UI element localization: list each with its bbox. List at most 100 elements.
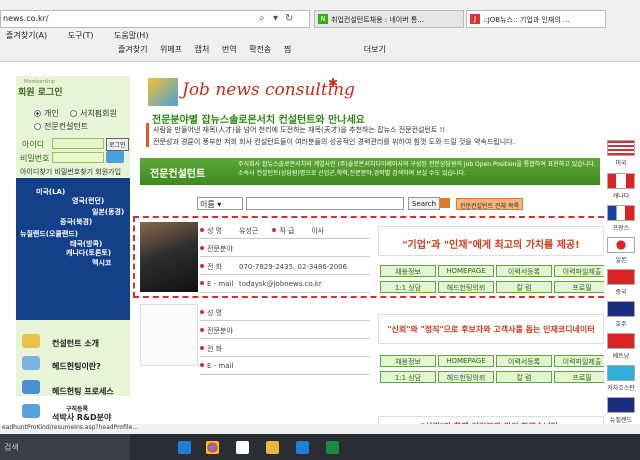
city-uk[interactable]: 영국(런던) [72,196,104,206]
city-japan[interactable]: 일본(동경) [92,207,124,217]
desc-line-1: 사람을 만들어낸 재목(人才)을 넘어 천리에 도전하는 재목(天才)을 추천하… [153,126,446,134]
resume-register-button[interactable]: 이력서등록 [496,355,552,367]
search-type-select[interactable]: 이름 ▾ [197,197,243,210]
newzealand-flag-icon[interactable] [607,397,635,413]
australia-flag-icon[interactable] [607,301,635,317]
chrome-icon[interactable] [206,441,219,454]
resume-file-button[interactable]: 이력파일제출 [554,355,610,367]
fav-more[interactable]: 더보기 [364,45,386,54]
security-icon [106,151,124,163]
jobnews-tab-icon: J [470,14,480,24]
refresh-icon[interactable]: ↻ [285,13,293,24]
id-label: 아이디 [22,140,45,149]
profile-row-name: 성 명 유성근 직 급 이사 [200,222,370,239]
menu-headhunting[interactable]: 헤드헌팅이란? [52,361,101,372]
search-input[interactable] [246,197,404,210]
menu-process[interactable]: 헤드헌팅 프로세스 [52,386,114,397]
fav-wemakeprice[interactable]: 위메프 [160,45,182,54]
tab-naver[interactable]: N 취업컨설턴트채용 : 네이버 통... [314,10,464,28]
flag-label: 뉴질랜드 [609,417,633,424]
flag-label: 미국 [615,160,627,167]
column-button[interactable]: 칼 럼 [496,281,552,293]
fav-send[interactable]: 확전송 [249,45,271,54]
tab-label: ::JOB뉴스:: 기업과 인재의 ... [483,16,570,24]
japan-flag-icon[interactable] [607,237,635,253]
rnd-label[interactable]: 석박사 R&D분야 [52,412,111,423]
list-icon [440,198,450,208]
headhunting-icon [22,356,40,370]
consultant-banner-title: 전문컨설턴트 [150,169,206,180]
headhunt-request-button[interactable]: 헤드헌팅의뢰 [438,281,494,293]
radio-searchfirm[interactable]: 서치펌회원 [70,108,117,119]
job-info-button[interactable]: 채용정보 [380,265,436,277]
status-bar: eadhuntProKind/resumeIns.asp?headProfile… [0,424,640,434]
city-nz[interactable]: 뉴질랜드(오클랜드) [20,229,78,239]
canada-flag-icon[interactable] [607,173,635,189]
homepage-button[interactable]: HOMEPAGE [438,265,494,277]
city-usa[interactable]: 미국(LA) [36,187,65,197]
login-title: 회원 로그인 [18,88,63,98]
profile-row-email-2: E - mail [200,358,370,375]
folder-icon[interactable] [266,441,279,454]
store-icon[interactable] [236,441,249,454]
fav-wish[interactable]: 찜 [284,45,291,54]
consultant-intro-icon [22,334,40,348]
profile-button[interactable]: 프로필 [554,281,610,293]
profile-row-phone-2: 전 화 [200,340,370,357]
job-info-button[interactable]: 채용정보 [380,355,436,367]
consult-button[interactable]: 1:1 상담 [380,281,436,293]
search-button[interactable]: Search [408,197,441,210]
consult-button[interactable]: 1:1 상담 [380,371,436,383]
menu-bar: 즐겨찾기(A) 도구(T) 도움말(H) [0,30,640,43]
resume-file-button[interactable]: 이력파일제출 [554,265,610,277]
flag-label: 베트남 [612,353,630,360]
edge-icon[interactable] [178,441,191,454]
fav-favorites[interactable]: 즐겨찾기 [118,45,147,54]
homepage-button[interactable]: HOMEPAGE [438,355,494,367]
fav-translate[interactable]: 번역 [222,45,237,54]
page-tagline: 전문분야별 잡뉴스솔로몬서치 컨설턴트와 만나세요 [152,115,365,126]
login-button[interactable]: 로그인 [106,138,129,151]
address-bar[interactable]: news.co.kr/ ⌕ ▾ ↻ [0,10,310,28]
radio-consultant[interactable]: 전문컨설턴트 [34,121,88,132]
menu-tools[interactable]: 도구(T) [68,31,94,40]
consultant-photo [140,222,198,292]
accent-bar [146,123,149,147]
password-input[interactable] [52,152,104,163]
city-mexico[interactable]: 멕시코 [92,258,111,268]
city-canada[interactable]: 캐나다(토론토) [66,248,111,258]
process-icon [22,380,40,394]
card-quote-2: "신뢰"와 "정직"으로 후보자와 고객사를 돕는 인재코디네이터 [378,314,604,344]
china-flag-icon[interactable] [607,269,635,285]
france-flag-icon[interactable] [607,205,635,221]
search-icon[interactable]: ⌕ [259,13,265,24]
profile-button[interactable]: 프로필 [554,371,610,383]
ie-icon[interactable] [296,441,309,454]
fav-capture[interactable]: 캡처 [195,45,210,54]
pw-label: 비밀번호 [20,154,50,163]
headhunt-request-button[interactable]: 헤드헌팅의뢰 [438,371,494,383]
kazakhstan-flag-icon[interactable] [607,365,635,381]
address-text: news.co.kr/ [3,14,49,23]
radio-personal[interactable]: 개인 [34,108,59,119]
profile-row-email: E - mail todaysk@jobnews.co.kr [200,276,370,293]
menu-help[interactable]: 도움말(H) [114,31,148,40]
tab-jobnews[interactable]: J::JOB뉴스:: 기업과 인재의 ... [466,10,606,28]
resume-register-button[interactable]: 이력서등록 [496,265,552,277]
menu-consultant-intro[interactable]: 컨설턴트 소개 [52,338,99,349]
full-list-button[interactable]: 전문컨설턴트 전체 목록 [456,198,524,210]
usa-flag-icon[interactable] [607,140,635,156]
excel-icon[interactable] [326,441,339,454]
city-china[interactable]: 중국(북경) [60,217,92,227]
id-input[interactable] [52,138,104,149]
favorites-bar: 즐겨찾기 위메프 캡처 번역 확전송 찜 더보기 [0,44,640,60]
taskbar-search[interactable]: 검색 [0,434,130,460]
vietnam-flag-icon[interactable] [607,333,635,349]
menu-favorites[interactable]: 즐겨찾기(A) [6,31,47,40]
logo-star-icon: ✱ [328,76,339,90]
find-links[interactable]: 아이디찾기 비밀번호찾기 회원가입 [20,167,121,177]
profile-row-name-2: 성 명 [200,304,370,321]
column-button[interactable]: 칼 럼 [496,371,552,383]
consultant-photo-placeholder [140,304,198,366]
dropdown-icon[interactable]: ▾ [273,13,278,24]
